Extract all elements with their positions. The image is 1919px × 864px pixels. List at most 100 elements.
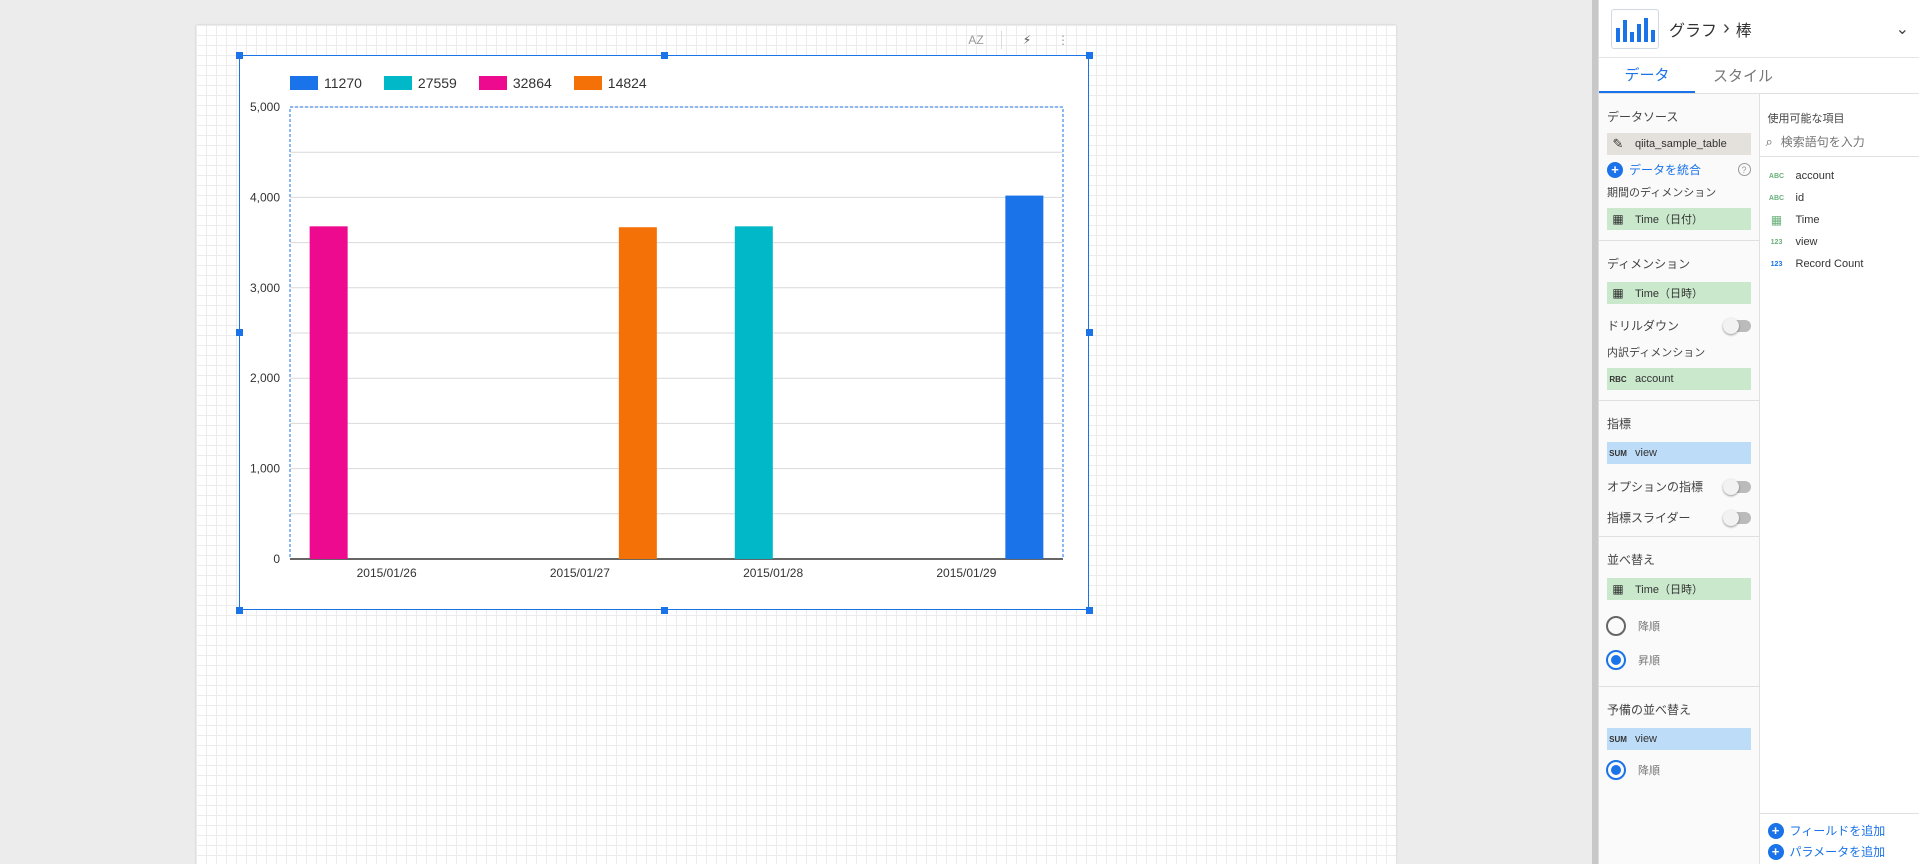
metric-value: view xyxy=(1635,447,1658,459)
resize-handle-tm[interactable] xyxy=(661,52,668,59)
report-workspace: AZ ⚡ ⋮ 11270 27559 32864 14824 0 1,000 2,0… xyxy=(0,0,1598,864)
bar-chart-icon[interactable] xyxy=(1611,8,1659,49)
resize-handle-tr[interactable] xyxy=(1086,52,1093,59)
field-item[interactable]: 123 view xyxy=(1760,231,1919,253)
field-item[interactable]: 123 Record Count xyxy=(1760,253,1919,275)
optional-metric-row: オプションの指標 xyxy=(1599,478,1759,495)
help-icon[interactable]: ? xyxy=(1737,163,1751,176)
pencil-icon[interactable]: ✎ xyxy=(1607,133,1629,155)
aggregation-badge[interactable]: SUM xyxy=(1607,442,1629,464)
chevron-down-icon[interactable]: ⌄ xyxy=(1896,19,1909,39)
panel-tabs: データ スタイル xyxy=(1599,58,1919,94)
radio-desc[interactable] xyxy=(1606,616,1626,636)
sort-desc-label: 降順 xyxy=(1638,621,1660,633)
add-field-link[interactable]: + フィールドを追加 xyxy=(1760,822,1919,839)
field-name: account xyxy=(1795,170,1835,182)
tab-data[interactable]: データ xyxy=(1599,58,1695,93)
legend-swatch xyxy=(478,76,507,90)
data-config-column: データソース ✎ qiita_sample_table + データを統合 ? 期… xyxy=(1599,94,1760,864)
bar xyxy=(1005,195,1044,559)
resize-handle-tl[interactable] xyxy=(236,52,243,59)
calendar-icon: ▦ xyxy=(1612,286,1624,300)
field-item[interactable]: ABC id xyxy=(1760,187,1919,209)
secondary-sort-desc-label: 降順 xyxy=(1638,765,1660,777)
tab-style[interactable]: スタイル xyxy=(1695,58,1791,93)
legend-swatch xyxy=(383,76,412,90)
blend-data-label: データを統合 xyxy=(1629,163,1702,177)
field-name: view xyxy=(1795,236,1818,248)
sort-value: Time（日時） xyxy=(1635,584,1704,596)
add-parameter-link[interactable]: + パラメータを追加 xyxy=(1760,843,1919,860)
radio-asc[interactable] xyxy=(1606,650,1626,670)
add-field-label: フィールドを追加 xyxy=(1789,824,1886,838)
legend-swatch xyxy=(290,76,318,90)
field-name: Record Count xyxy=(1795,258,1864,270)
optional-metric-toggle[interactable] xyxy=(1722,478,1751,495)
y-tick-label: 2,000 xyxy=(250,371,280,385)
dimension-chip[interactable]: ▦ Time（日時） xyxy=(1607,282,1751,304)
text-type-icon: ABC xyxy=(1768,194,1785,202)
blend-data-link[interactable]: + データを統合 ? xyxy=(1599,161,1759,178)
legend-item[interactable]: 32864 xyxy=(478,75,552,91)
more-options-icon[interactable]: ⋮ xyxy=(1052,30,1074,50)
y-tick-label: 5,000 xyxy=(250,100,280,114)
metric-slider-label: 指標スライダー xyxy=(1607,511,1691,525)
field-item[interactable]: ▦ Time xyxy=(1760,209,1919,231)
legend-item[interactable]: 14824 xyxy=(573,75,647,91)
add-parameter-label: パラメータを追加 xyxy=(1789,845,1886,859)
breakdown-label: 内訳ディメンション xyxy=(1607,347,1706,359)
calendar-icon: ▦ xyxy=(1612,212,1624,226)
y-tick-label: 0 xyxy=(273,552,280,566)
sort-az-icon[interactable]: AZ xyxy=(965,30,987,50)
legend-label: 11270 xyxy=(324,75,362,91)
resize-handle-bm[interactable] xyxy=(661,607,668,614)
legend-item[interactable]: 27559 xyxy=(383,75,457,91)
text-type-icon: ABC xyxy=(1768,172,1785,180)
text-type-icon: RBC xyxy=(1609,374,1627,384)
secondary-sort-value: view xyxy=(1635,733,1658,745)
panel-title: グラフ › 棒 xyxy=(1669,17,1752,41)
data-source-label: データソース xyxy=(1607,110,1679,124)
radio-secondary-desc[interactable] xyxy=(1606,760,1626,780)
chevron-right-icon: › xyxy=(1723,17,1730,39)
metric-label: 指標 xyxy=(1607,417,1632,431)
bar xyxy=(618,227,657,559)
metric-chip[interactable]: SUM view xyxy=(1607,442,1751,464)
plus-icon: + xyxy=(1767,843,1784,860)
legend-swatch xyxy=(573,76,602,90)
chart-plot: 0 1,000 2,000 3,000 4,000 5,000 2015/01/26 2015… xyxy=(250,100,1064,580)
sort-label: 並べ替え xyxy=(1607,553,1656,567)
drilldown-label: ドリルダウン xyxy=(1607,319,1680,333)
bar xyxy=(309,226,348,559)
sort-asc-option[interactable]: 昇順 xyxy=(1599,650,1759,670)
flash-off-icon[interactable]: ⚡ xyxy=(1016,30,1038,50)
metric-slider-row: 指標スライダー xyxy=(1599,509,1759,526)
breakdown-chip[interactable]: RBC account xyxy=(1607,368,1751,390)
legend-label: 14824 xyxy=(607,75,647,91)
chart-legend: 11270 27559 32864 14824 xyxy=(290,75,647,91)
legend-label: 32864 xyxy=(512,75,552,91)
secondary-sort-desc-option[interactable]: 降順 xyxy=(1599,760,1759,780)
resize-handle-bl[interactable] xyxy=(236,607,243,614)
field-search-input[interactable] xyxy=(1780,135,1901,149)
drilldown-toggle[interactable] xyxy=(1722,317,1751,334)
field-search: ⌕ xyxy=(1759,134,1919,157)
data-source-name: qiita_sample_table xyxy=(1635,138,1727,150)
date-dimension-chip[interactable]: ▦ Time（日付） xyxy=(1607,208,1751,230)
panel-header: グラフ › 棒 ⌄ xyxy=(1599,0,1919,58)
x-tick-label: 2015/01/27 xyxy=(550,566,610,580)
sort-desc-option[interactable]: 降順 xyxy=(1599,616,1759,636)
sort-chip[interactable]: ▦ Time（日時） xyxy=(1607,578,1751,600)
aggregation-badge[interactable]: SUM xyxy=(1607,728,1629,750)
x-tick-label: 2015/01/26 xyxy=(357,566,417,580)
field-item[interactable]: ABC account xyxy=(1760,165,1919,187)
secondary-sort-chip[interactable]: SUM view xyxy=(1607,728,1751,750)
legend-item[interactable]: 11270 xyxy=(290,75,362,91)
metric-slider-toggle[interactable] xyxy=(1722,509,1751,526)
bar xyxy=(734,226,773,559)
available-fields-column: 使用可能な項目 ⌕ ABC account ABC id ▦ Time 123 … xyxy=(1759,94,1919,864)
optional-metric-label: オプションの指標 xyxy=(1607,480,1704,494)
data-source-chip[interactable]: ✎ qiita_sample_table xyxy=(1607,133,1751,155)
resize-handle-br[interactable] xyxy=(1086,607,1093,614)
panel-title-text: グラフ xyxy=(1669,22,1718,40)
